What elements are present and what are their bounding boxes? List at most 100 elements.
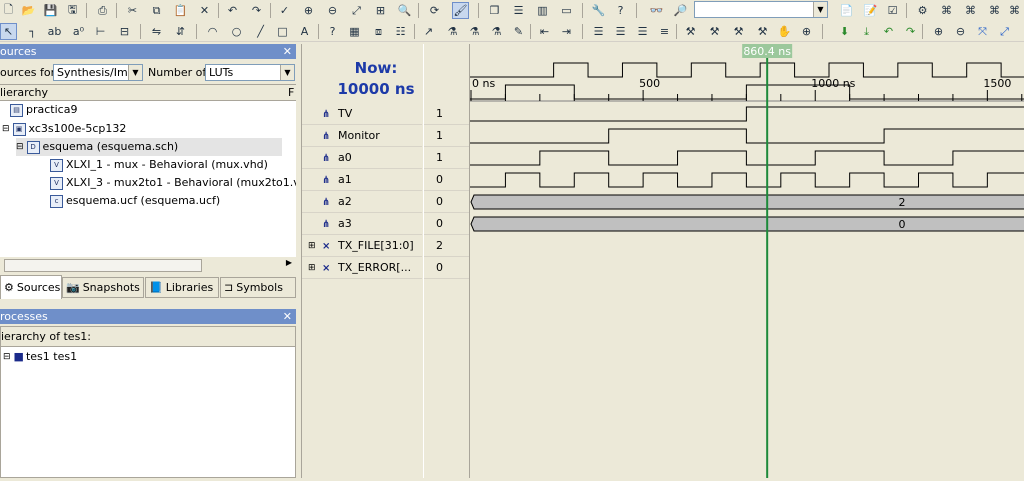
new-file-icon[interactable]: 🗋 bbox=[0, 2, 17, 19]
edit-report-icon[interactable]: 📝 bbox=[862, 2, 879, 19]
expand-icon[interactable]: ⊟ bbox=[2, 120, 10, 138]
probe-a-icon[interactable]: ⚒ bbox=[682, 23, 699, 40]
signal-row-tv[interactable]: ⋔ TV bbox=[302, 103, 422, 125]
tools-icon[interactable]: 🔧 bbox=[590, 2, 607, 19]
hand-icon[interactable]: ✋ bbox=[776, 23, 793, 40]
bus-icon[interactable]: ⚗ bbox=[466, 23, 483, 40]
distribute-icon[interactable]: ≡ bbox=[656, 23, 673, 40]
undo-green-icon[interactable]: ↶ bbox=[880, 23, 897, 40]
net-d-icon[interactable]: ⌘ bbox=[1006, 2, 1023, 19]
search-combo[interactable]: ▼ bbox=[694, 1, 828, 18]
tab-sources[interactable]: ⚙ Sources bbox=[0, 275, 62, 299]
waveform-canvas[interactable]: 0 ns 500 1000 ns 1500 2 0 860.4 ns bbox=[470, 44, 1024, 478]
process-item[interactable]: ⊟ ■ tes1 tes1 bbox=[3, 348, 77, 366]
undo-icon[interactable]: ↶ bbox=[224, 2, 241, 19]
grid-icon[interactable]: ▦ bbox=[346, 23, 363, 40]
number-of-select[interactable]: LUTs ▼ bbox=[205, 64, 295, 81]
indent-icon[interactable]: ⇥ bbox=[558, 23, 575, 40]
tree-node-xlxi1[interactable]: V XLXI_1 - mux - Behavioral (mux.vhd) bbox=[50, 156, 268, 174]
tree-node-xlxi3[interactable]: V XLXI_3 - mux2to1 - Behavioral (mux2to1.… bbox=[50, 174, 318, 192]
expand-icon[interactable]: ⊞ bbox=[308, 257, 316, 279]
expand-icon[interactable]: ⊟ bbox=[16, 138, 24, 156]
wave-zoom-fit-icon[interactable]: ⤢ bbox=[996, 23, 1013, 40]
brush-icon[interactable]: 🖌 bbox=[452, 2, 469, 19]
scrollbar-thumb[interactable] bbox=[4, 259, 202, 272]
tab-libraries[interactable]: 📘 Libraries bbox=[145, 277, 219, 298]
line-icon[interactable]: ╱ bbox=[252, 23, 269, 40]
add-marker-icon[interactable]: ⊕ bbox=[798, 23, 815, 40]
refresh-icon[interactable]: ⟳ bbox=[426, 2, 443, 19]
wave-zoom-in-icon[interactable]: ⊕ bbox=[930, 23, 947, 40]
find-icon[interactable]: 🔎 bbox=[672, 2, 689, 19]
align-middle-icon[interactable]: ☰ bbox=[612, 23, 629, 40]
check-icon[interactable]: ✓ bbox=[276, 2, 293, 19]
list-icon[interactable]: ☷ bbox=[392, 23, 409, 40]
net-a-icon[interactable]: ⌘ bbox=[938, 2, 955, 19]
open-folder-icon[interactable]: 📂 bbox=[20, 2, 37, 19]
pen-icon[interactable]: ✎ bbox=[510, 23, 527, 40]
wave-zoom-full-icon[interactable]: ⤧ bbox=[974, 23, 991, 40]
report-icon[interactable]: 📄 bbox=[838, 2, 855, 19]
io-marker-icon[interactable]: ⊢ bbox=[92, 23, 109, 40]
scroll-right-icon[interactable]: ▶ bbox=[286, 258, 292, 267]
close-icon[interactable]: ✕ bbox=[283, 44, 292, 59]
symbol-icon[interactable]: ⊟ bbox=[116, 23, 133, 40]
net-b-icon[interactable]: ⌘ bbox=[962, 2, 979, 19]
tab-snapshots[interactable]: 📷 Snapshots bbox=[62, 277, 144, 298]
pointer-icon[interactable]: ↗ bbox=[420, 23, 437, 40]
align-top-icon[interactable]: ☰ bbox=[590, 23, 607, 40]
outdent-icon[interactable]: ⇤ bbox=[536, 23, 553, 40]
checklist-icon[interactable]: ☑ bbox=[884, 2, 901, 19]
text-icon[interactable]: A bbox=[296, 23, 313, 40]
signal-row-monitor[interactable]: ⋔ Monitor bbox=[302, 125, 422, 147]
move-icon[interactable]: ⇵ bbox=[172, 23, 189, 40]
circle-icon[interactable]: ○ bbox=[228, 23, 245, 40]
expand-icon[interactable]: ⊟ bbox=[3, 348, 11, 366]
probe-b-icon[interactable]: ⚒ bbox=[706, 23, 723, 40]
close-icon[interactable]: ✕ bbox=[283, 309, 292, 324]
cascade-icon[interactable]: ❐ bbox=[486, 2, 503, 19]
redo-icon[interactable]: ↷ bbox=[248, 2, 265, 19]
step-icon[interactable]: ⤓ bbox=[858, 23, 875, 40]
chip-tool-icon[interactable]: ⚙ bbox=[914, 2, 931, 19]
probe-d-icon[interactable]: ⚒ bbox=[754, 23, 771, 40]
flask-icon[interactable]: ⚗ bbox=[444, 23, 461, 40]
zoom-out-icon[interactable]: ⊖ bbox=[324, 2, 341, 19]
arrow-down-green-icon[interactable]: ⬇ bbox=[836, 23, 853, 40]
delete-icon[interactable]: ✕ bbox=[196, 2, 213, 19]
signal-row-a0[interactable]: ⋔ a0 bbox=[302, 147, 422, 169]
signal-row-txerror[interactable]: ⊞ ⨯ TX_ERROR[... bbox=[302, 257, 422, 279]
redo-green-icon[interactable]: ↷ bbox=[902, 23, 919, 40]
help-tool-icon[interactable]: ? bbox=[324, 23, 341, 40]
save-all-icon[interactable]: 🖫 bbox=[64, 2, 81, 19]
expand-icon[interactable]: ⊞ bbox=[308, 235, 316, 257]
copy-icon[interactable]: ⧉ bbox=[148, 2, 165, 19]
zoom-fit-icon[interactable]: ⤢ bbox=[348, 2, 365, 19]
zoom-area-icon[interactable]: ⊞ bbox=[372, 2, 389, 19]
bus-tap-icon[interactable]: a⁰ bbox=[70, 23, 87, 40]
horizontal-scrollbar[interactable]: ▶ bbox=[0, 257, 296, 274]
net-c-icon[interactable]: ⌘ bbox=[986, 2, 1003, 19]
car-icon[interactable]: ⚗ bbox=[488, 23, 505, 40]
rectangle-icon[interactable]: □ bbox=[274, 23, 291, 40]
window-icon[interactable]: ▭ bbox=[558, 2, 575, 19]
signal-row-a2[interactable]: ⋔ a2 bbox=[302, 191, 422, 213]
signal-row-txfile310[interactable]: ⊞ ⨯ TX_FILE[31:0] bbox=[302, 235, 422, 257]
help-icon[interactable]: ? bbox=[612, 2, 629, 19]
tile-horizontal-icon[interactable]: ☰ bbox=[510, 2, 527, 19]
wave-zoom-out-icon[interactable]: ⊖ bbox=[952, 23, 969, 40]
zoom-in-icon[interactable]: ⊕ bbox=[300, 2, 317, 19]
cut-icon[interactable]: ✂ bbox=[124, 2, 141, 19]
chevron-down-icon[interactable]: ▼ bbox=[813, 2, 827, 17]
print-icon[interactable]: ⎙ bbox=[94, 2, 111, 19]
tree-node-ucf[interactable]: c esquema.ucf (esquema.ucf) bbox=[50, 192, 220, 210]
net-name-icon[interactable]: ab bbox=[46, 23, 63, 40]
waveform-area[interactable]: 0 ns 500 1000 ns 1500 2 0 860.4 ns bbox=[469, 44, 1024, 478]
chevron-down-icon[interactable]: ▼ bbox=[280, 65, 294, 80]
tree-node-device[interactable]: ⊟ ▣ xc3s100e-5cp132 bbox=[2, 120, 126, 138]
tab-symbols[interactable]: ⊐ Symbols bbox=[220, 277, 296, 298]
align-bottom-icon[interactable]: ☰ bbox=[634, 23, 651, 40]
add-wire-icon[interactable]: ┐ bbox=[24, 23, 41, 40]
tree-node-esquema[interactable]: ⊟ Desquema (esquema.sch) bbox=[16, 138, 282, 156]
signal-row-a3[interactable]: ⋔ a3 bbox=[302, 213, 422, 235]
